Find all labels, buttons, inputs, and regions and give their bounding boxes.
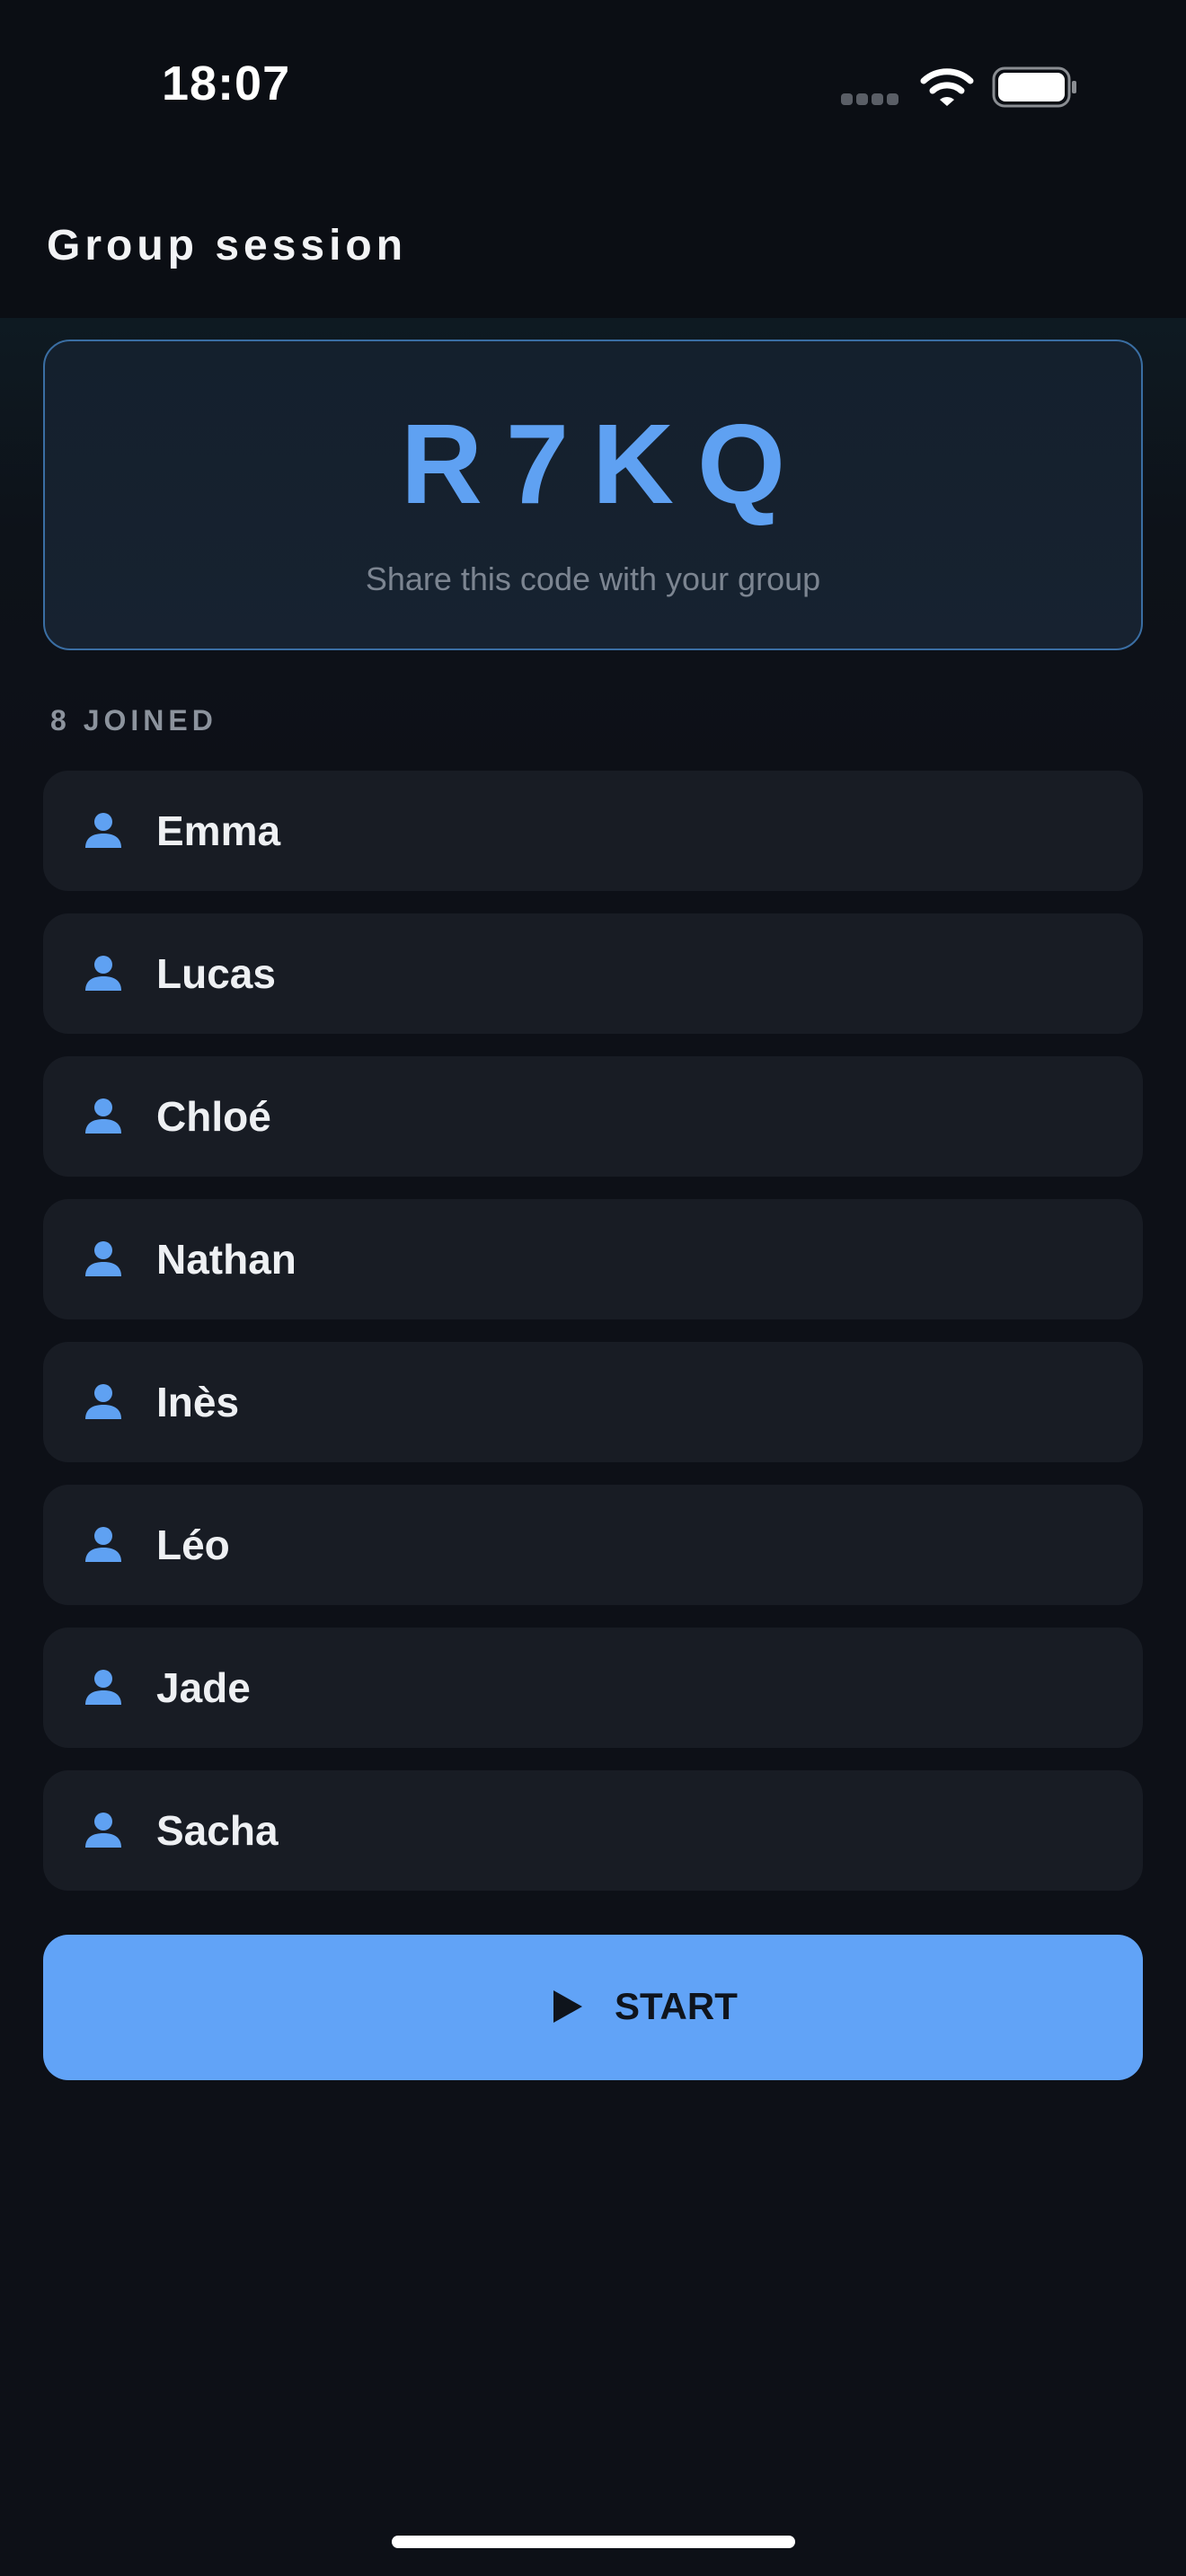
person-icon (85, 1813, 121, 1848)
status-bar: 18:07 (0, 0, 1186, 176)
member-row: Nathan (43, 1199, 1143, 1319)
member-row: Chloé (43, 1056, 1143, 1177)
joined-count: 8 JOINED (50, 704, 217, 737)
member-row: Emma (43, 771, 1143, 891)
play-icon (553, 1990, 582, 2023)
member-name: Emma (156, 807, 281, 854)
member-name: Lucas (156, 950, 276, 997)
wifi-icon (920, 68, 974, 106)
status-time: 18:07 (162, 57, 291, 110)
person-icon (85, 1098, 121, 1134)
person-icon (85, 813, 121, 848)
member-row: Jade (43, 1628, 1143, 1748)
battery-icon (992, 66, 1076, 108)
person-icon (85, 1241, 121, 1276)
member-name: Inès (156, 1379, 240, 1425)
member-name: Jade (156, 1664, 251, 1711)
person-icon (85, 956, 121, 991)
member-row: Sacha (43, 1770, 1143, 1891)
session-code-hint: Share this code with your group (365, 560, 821, 597)
person-icon (85, 1527, 121, 1562)
member-name: Nathan (156, 1236, 296, 1283)
member-name: Chloé (156, 1093, 271, 1140)
member-row: Inès (43, 1342, 1143, 1462)
member-row: Lucas (43, 913, 1143, 1034)
person-icon (85, 1384, 121, 1419)
home-indicator[interactable] (392, 2536, 795, 2548)
member-name: Léo (156, 1522, 230, 1568)
start-button-label: START (615, 1985, 738, 2027)
session-code: R7KQ (400, 401, 810, 527)
cellular-signal-icon (841, 93, 900, 106)
member-name: Sacha (156, 1807, 279, 1854)
member-row: Léo (43, 1485, 1143, 1605)
start-button[interactable]: START (43, 1935, 1143, 2080)
person-icon (85, 1670, 121, 1705)
page-title: Group session (47, 222, 408, 269)
session-code-card: R7KQ Share this code with your group (43, 340, 1143, 650)
